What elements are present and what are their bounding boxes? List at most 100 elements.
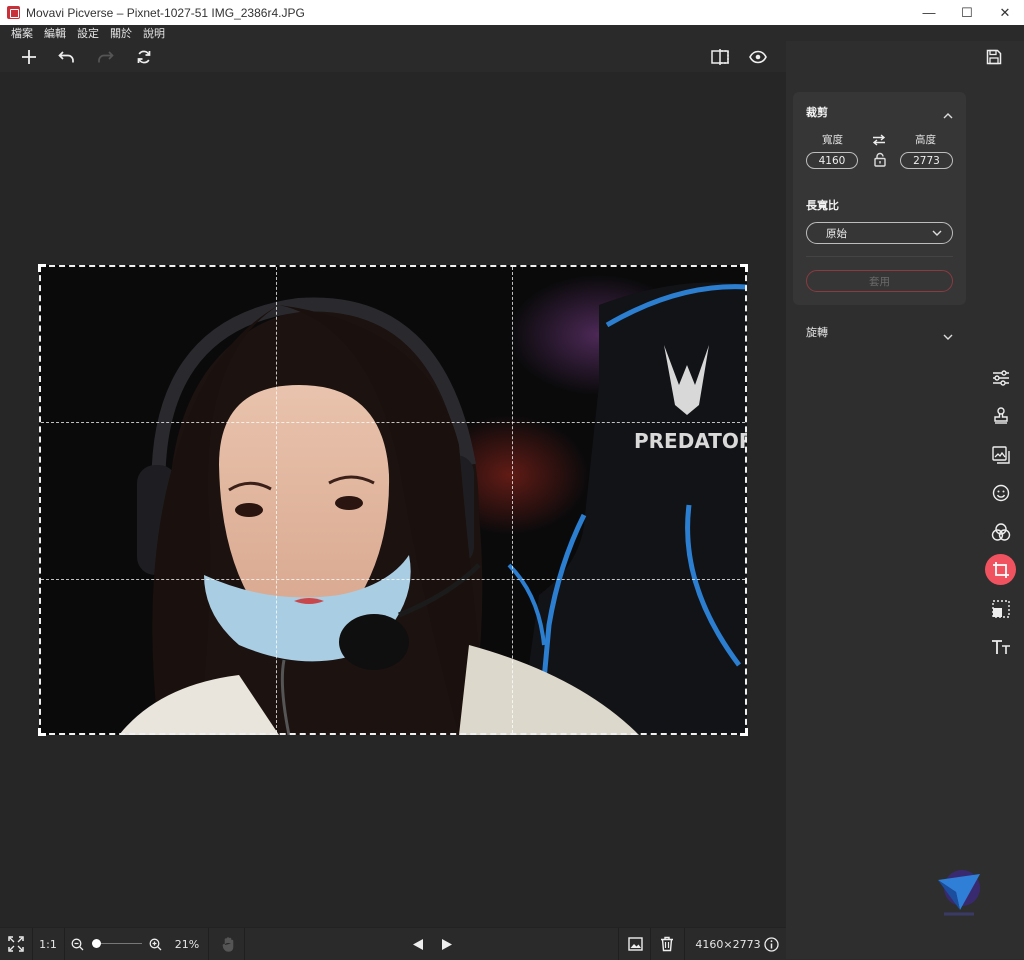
undo-button[interactable] [55,45,79,69]
previous-image-button[interactable] [408,928,428,960]
menu-help[interactable]: 說明 [143,25,165,41]
width-input[interactable]: 4160 [806,152,858,169]
text-tool-button[interactable] [985,631,1016,662]
zoom-in-icon [149,938,161,950]
chevron-down-icon [932,230,942,236]
lock-icon [874,152,886,167]
stamp-icon [993,406,1008,424]
divider [806,256,953,257]
crop-icon [992,561,1009,578]
divider [650,928,651,960]
zoom-out-button[interactable] [68,928,86,960]
resize-icon [991,599,1010,618]
redo-icon [98,51,114,63]
expand-rotate-button[interactable] [943,326,953,345]
retouch-tool-button[interactable] [985,400,1016,431]
resize-tool-button[interactable] [985,593,1016,624]
swap-dimensions-button[interactable] [872,131,886,150]
crop-handle-top-right[interactable] [740,264,748,272]
compare-icon [711,49,729,65]
image-dimensions: 4160×2773 [695,937,761,951]
window-title: Movavi Picverse – Pixnet-1027-51 IMG_238… [26,5,305,20]
eye-icon [749,50,767,64]
save-button[interactable] [982,45,1006,69]
face-tool-button[interactable] [985,477,1016,508]
adjust-icon [992,369,1009,386]
width-label: 寬度 [822,134,843,146]
height-input[interactable]: 2773 [900,152,953,169]
fit-screen-icon [8,936,24,952]
image-icon [627,937,643,951]
divider [618,928,619,960]
aspect-ratio-select[interactable]: 原始 [806,222,953,244]
zoom-percent: 21% [174,937,200,951]
toolbar [0,41,786,72]
close-button[interactable]: ✕ [986,0,1024,25]
minimize-button[interactable]: — [910,0,948,25]
background-tool-button[interactable] [985,439,1016,470]
aspect-ratio-label: 長寬比 [806,199,839,212]
zoom-slider-thumb[interactable] [92,939,101,948]
save-icon [986,49,1002,65]
zoom-slider[interactable] [90,928,142,960]
zoom-in-button[interactable] [146,928,164,960]
crop-tool-button[interactable] [985,554,1016,585]
crop-handle-bottom-right[interactable] [740,728,748,736]
crop-grid-line [41,579,745,580]
divider [32,928,33,960]
face-icon [992,484,1009,501]
pan-tool-button[interactable] [216,928,240,960]
delete-button[interactable] [656,928,678,960]
preview-button[interactable] [746,45,770,69]
info-button[interactable] [762,928,780,960]
compare-button[interactable] [708,45,732,69]
fit-screen-button[interactable] [4,928,28,960]
triangle-right-icon [442,938,452,950]
crop-frame[interactable] [38,264,748,736]
export-image-button[interactable] [624,928,646,960]
rotate-section-title[interactable]: 旋轉 [806,324,828,340]
reset-icon [137,50,151,64]
menu-edit[interactable]: 編輯 [44,25,66,41]
swap-icon [872,134,886,146]
reset-button[interactable] [132,45,156,69]
menu-settings[interactable]: 設定 [77,25,99,41]
divider [684,928,685,960]
crop-panel-title: 裁剪 [806,106,828,119]
crop-handle-bottom-left[interactable] [38,728,46,736]
chevron-down-icon [943,334,953,340]
adjust-tool-button[interactable] [985,362,1016,393]
crop-grid-line [41,422,745,423]
crop-panel: 裁剪 寬度 高度 4160 2773 長寬比 原始 套用 [793,92,966,305]
divider [244,928,245,960]
collapse-crop-button[interactable] [943,105,953,124]
add-button[interactable] [17,45,41,69]
text-icon [991,639,1010,654]
divider [208,928,209,960]
crop-grid-line [276,267,277,733]
status-bar: 1:1 21% 4160×2773 [0,927,786,960]
app-logo-icon [7,6,20,19]
maximize-button[interactable]: ☐ [948,0,986,25]
actual-size-button[interactable]: 1:1 [34,928,62,960]
next-image-button[interactable] [437,928,457,960]
watermark-logo [934,866,984,918]
filters-icon [991,522,1010,541]
crop-handle-top-left[interactable] [38,264,46,272]
triangle-left-icon [413,938,423,950]
aspect-ratio-value: 原始 [826,227,847,240]
menu-file[interactable]: 檔案 [11,25,33,41]
crop-grid-line [512,267,513,733]
divider [64,928,65,960]
background-icon [991,445,1010,464]
redo-button[interactable] [93,45,117,69]
plus-icon [22,50,36,64]
apply-button[interactable]: 套用 [806,270,953,292]
undo-icon [58,51,74,63]
zoom-out-icon [71,938,83,950]
menu-about[interactable]: 關於 [110,25,132,41]
title-bar: Movavi Picverse – Pixnet-1027-51 IMG_238… [0,0,1024,25]
info-icon [763,936,779,952]
filters-tool-button[interactable] [985,516,1016,547]
lock-ratio-button[interactable] [874,152,886,171]
